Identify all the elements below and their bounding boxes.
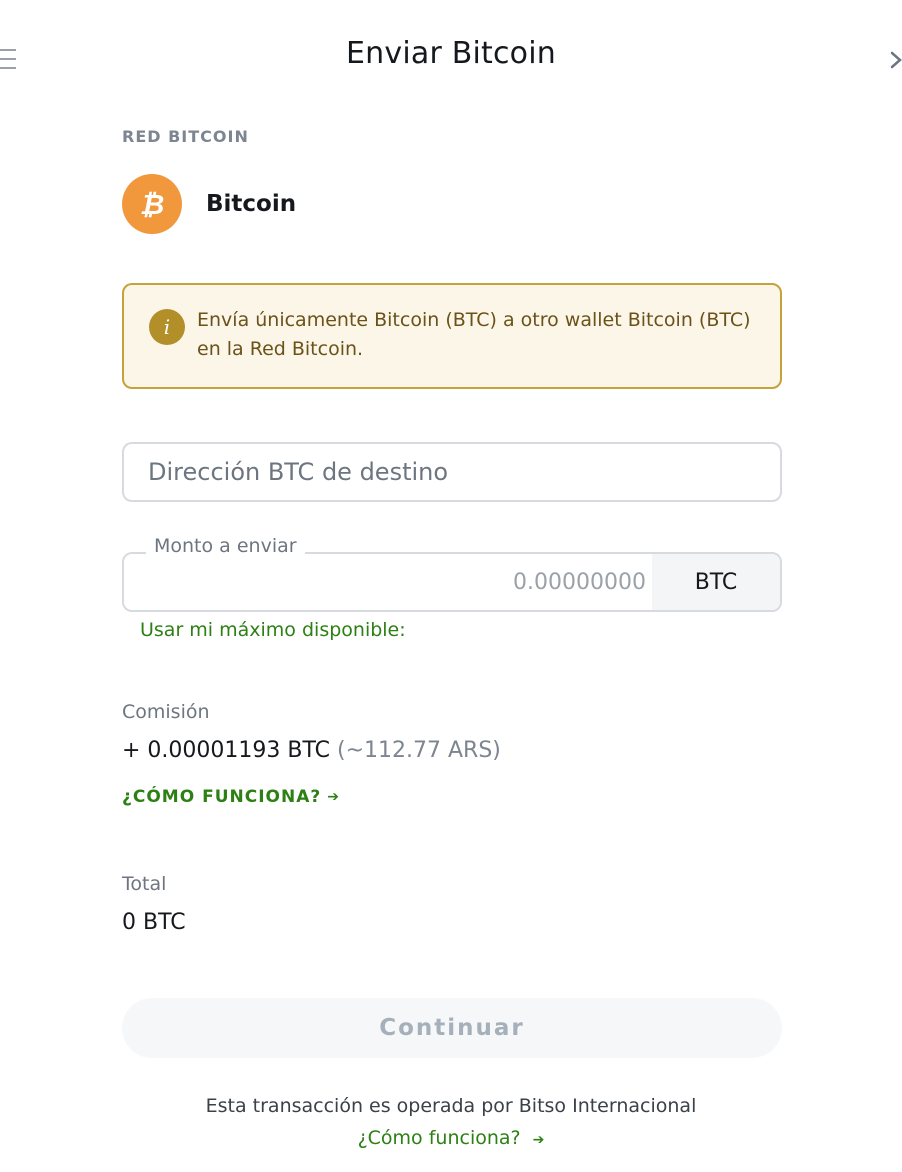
warning-text: Envía únicamente Bitcoin (BTC) a otro wa… [197,309,751,360]
fee-value: + 0.00001193 BTC (~112.77 ARS) [122,738,501,763]
amount-input[interactable] [124,554,652,610]
network-name: Bitcoin [206,191,297,217]
footer-how-it-works-link[interactable]: ¿Cómo funciona? ➔ [0,1127,902,1149]
footer-disclaimer: Esta transacción es operada por Bitso In… [205,1095,697,1117]
fee-how-it-works-label: ¿CÓMO FUNCIONA? [122,787,322,807]
bitcoin-icon: ₿ [122,174,182,234]
page-title: Enviar Bitcoin [346,36,556,71]
continue-button[interactable]: Continuar [122,998,782,1058]
total-label: Total [122,873,167,895]
use-max-link[interactable]: Usar mi máximo disponible: [140,619,406,641]
fee-how-it-works-link[interactable]: ¿CÓMO FUNCIONA? ➔ [122,787,340,807]
fee-label: Comisión [122,701,210,723]
warning-banner: i Envía únicamente Bitcoin (BTC) a otro … [122,283,782,389]
total-value: 0 BTC [122,910,186,935]
amount-field[interactable]: Monto a enviar BTC [122,535,782,612]
network-selector: ₿ Bitcoin [122,174,296,234]
chevron-right-icon[interactable] [890,47,902,73]
amount-field-label: Monto a enviar [146,535,305,557]
info-icon: i [149,309,185,345]
svg-text:₿: ₿ [140,188,165,221]
fee-approx: (~112.77 ARS) [337,738,501,763]
amount-unit: BTC [652,554,780,610]
destination-address-input[interactable] [122,442,782,502]
fee-amount: + 0.00001193 BTC [122,738,330,763]
arrow-right-icon: ➔ [327,789,340,805]
arrow-right-icon: ➔ [532,1132,545,1148]
footer-how-it-works-label: ¿Cómo funciona? [357,1127,521,1149]
network-section-label: RED BITCOIN [122,127,249,146]
